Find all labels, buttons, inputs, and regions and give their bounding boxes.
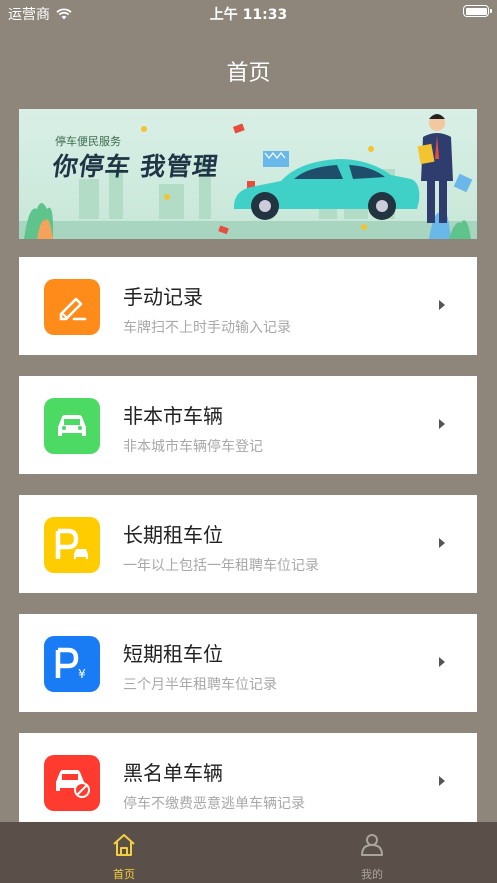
page-title: 首页 (226, 61, 271, 86)
blocked-car-icon (44, 755, 100, 811)
tab-mine[interactable]: 我的 (248, 822, 496, 883)
menu-item-desc: 三个月半年租聘车位记录 (123, 677, 277, 693)
tab-label: 我的 (361, 868, 383, 881)
menu-item-non-local-vehicle[interactable]: 非本市车辆 非本城市车辆停车登记 (19, 376, 477, 474)
menu-item-title: 非本市车辆 (123, 404, 223, 428)
battery-icon (463, 5, 492, 17)
user-icon (361, 834, 383, 856)
car-icon (44, 398, 100, 454)
status-bar: 运营商 上午 11:33 (0, 0, 497, 26)
menu-item-title: 黑名单车辆 (123, 761, 223, 785)
parking-yen-icon: ¥ (44, 636, 100, 692)
menu-item-title: 手动记录 (123, 285, 203, 309)
menu-item-desc: 车牌扫不上时手动输入记录 (123, 320, 291, 336)
tab-home[interactable]: 首页 (0, 822, 248, 883)
tab-label: 首页 (113, 868, 135, 881)
edit-icon (44, 279, 100, 335)
home-icon (113, 834, 135, 856)
chevron-right-icon (439, 300, 445, 310)
menu-item-blacklist-vehicle[interactable]: 黑名单车辆 停车不缴费恶意逃单车辆记录 (19, 733, 477, 831)
menu-item-short-term-rental[interactable]: ¥ 短期租车位 三个月半年租聘车位记录 (19, 614, 477, 712)
menu-item-desc: 非本城市车辆停车登记 (123, 439, 263, 455)
status-time: 上午 11:33 (209, 7, 288, 23)
chevron-right-icon (439, 657, 445, 667)
parking-car-icon (44, 517, 100, 573)
tab-bar: 首页 我的 (0, 822, 497, 883)
chevron-right-icon (439, 538, 445, 548)
chevron-right-icon (439, 419, 445, 429)
menu-item-manual-record[interactable]: 手动记录 车牌扫不上时手动输入记录 (19, 257, 477, 355)
banner[interactable]: 停车便民服务 你停车 我管理 (19, 109, 477, 239)
menu-item-title: 短期租车位 (123, 642, 223, 666)
menu-item-long-term-rental[interactable]: 长期租车位 一年以上包括一年租聘车位记录 (19, 495, 477, 593)
svg-text:¥: ¥ (78, 667, 86, 681)
menu-item-desc: 一年以上包括一年租聘车位记录 (123, 558, 319, 574)
banner-title: 你停车 我管理 (50, 152, 221, 181)
menu-item-title: 长期租车位 (123, 523, 223, 547)
menu-item-desc: 停车不缴费恶意逃单车辆记录 (123, 796, 305, 812)
chevron-right-icon (439, 776, 445, 786)
